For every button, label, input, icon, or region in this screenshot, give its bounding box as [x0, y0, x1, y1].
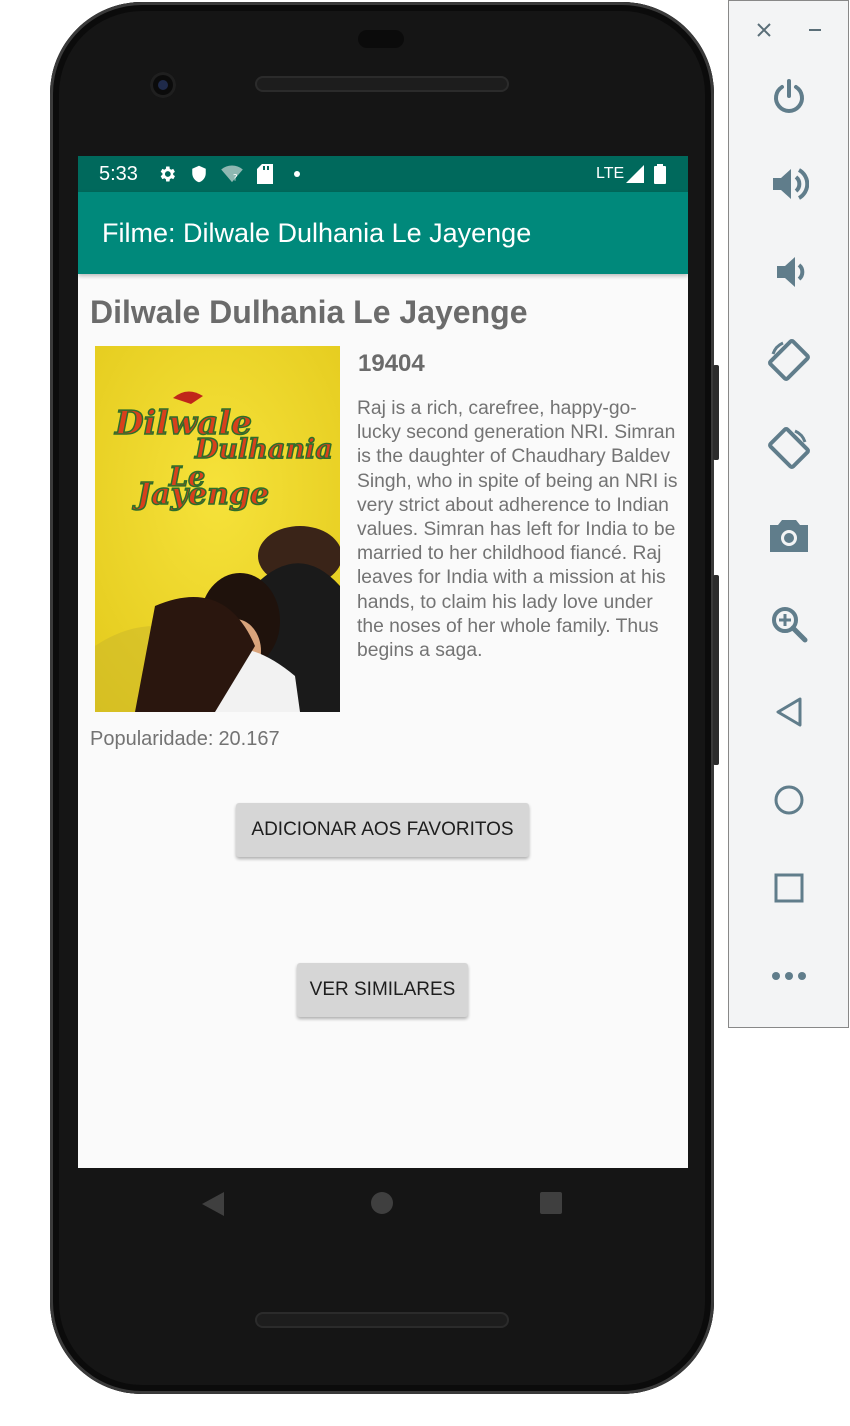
battery-icon — [649, 163, 671, 185]
sd-card-icon — [254, 163, 276, 185]
power-side-button — [713, 365, 719, 460]
volume-side-button — [713, 575, 719, 765]
earpiece-sensor — [358, 30, 404, 48]
movie-id: 19404 — [358, 350, 425, 377]
svg-text:?: ? — [233, 173, 238, 183]
app-bar: Filme: Dilwale Dulhania Le Jayenge — [78, 192, 688, 274]
status-time: 5:33 — [99, 163, 138, 185]
volume-down-icon[interactable] — [759, 242, 819, 302]
movie-overview: Raj is a rich, carefree, happy-go-lucky … — [357, 398, 678, 662]
front-camera — [150, 72, 176, 98]
zoom-icon[interactable] — [759, 594, 819, 654]
settings-icon — [156, 163, 178, 185]
close-icon[interactable] — [749, 15, 779, 45]
app-bar-title: Filme: Dilwale Dulhania Le Jayenge — [102, 218, 532, 248]
camera-icon[interactable] — [759, 506, 819, 566]
popularity: Popularidade: 20.167 — [90, 728, 280, 751]
rotate-right-icon[interactable] — [759, 418, 819, 478]
minimize-icon[interactable] — [800, 15, 830, 45]
back-icon[interactable] — [759, 682, 819, 742]
shield-icon — [188, 163, 210, 185]
emulator-toolbar — [728, 0, 849, 1028]
add-to-favorites-button[interactable]: ADICIONAR AOS FAVORITOS — [236, 803, 529, 857]
device-screen: 5:33 ? LTE Filme: Dilwale Dulhania Le Ja… — [78, 156, 688, 1168]
back-icon[interactable] — [202, 1192, 224, 1221]
more-icon[interactable] — [759, 946, 819, 1006]
bottom-speaker — [255, 1312, 509, 1328]
poster-title-line: Jayenge — [132, 477, 269, 512]
movie-title: Dilwale Dulhania Le Jayenge — [90, 294, 528, 330]
wifi-icon: ? — [221, 163, 243, 185]
navigation-bar — [78, 1168, 688, 1240]
see-similar-button[interactable]: VER SIMILARES — [297, 963, 468, 1017]
volume-up-icon[interactable] — [759, 154, 819, 214]
power-icon[interactable] — [759, 67, 819, 127]
overview-icon[interactable] — [759, 858, 819, 918]
movie-poster: Dilwale Dulhania Le Jayenge — [95, 346, 340, 712]
dot-icon — [286, 163, 308, 185]
signal-icon — [624, 163, 646, 185]
poster-title-line: Dulhania — [194, 434, 333, 465]
rotate-left-icon[interactable] — [759, 330, 819, 390]
popularity-label: Popularidade: — [90, 728, 214, 750]
recents-icon[interactable] — [540, 1192, 562, 1219]
popularity-value: 20.167 — [218, 728, 280, 750]
home-icon[interactable] — [759, 770, 819, 830]
top-speaker — [255, 76, 509, 92]
status-bar: 5:33 ? LTE — [78, 156, 688, 192]
home-icon[interactable] — [371, 1192, 393, 1219]
network-type: LTE — [596, 165, 625, 182]
